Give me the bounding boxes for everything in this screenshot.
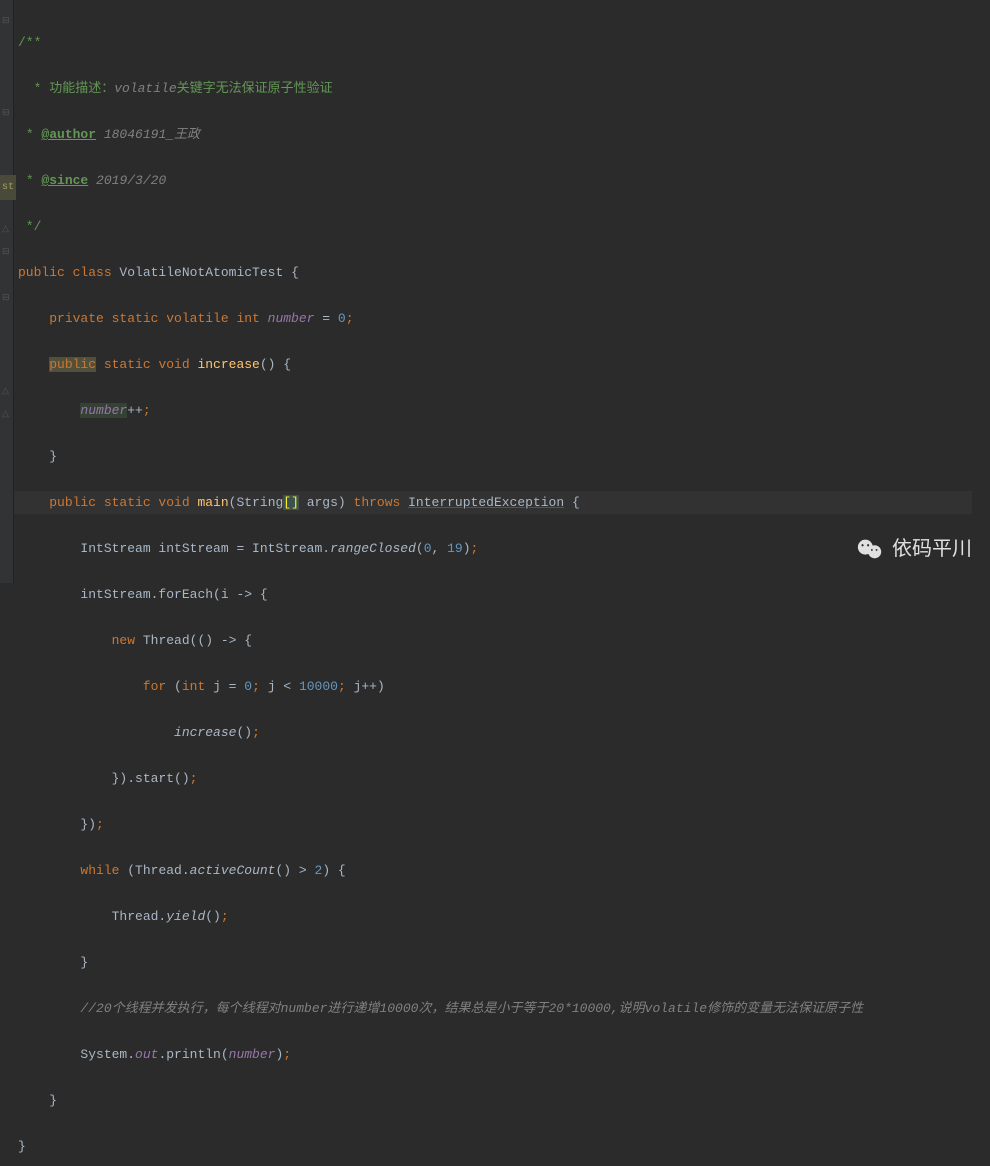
- code-text: intStream.forEach(i ->: [80, 587, 259, 602]
- code-text: (Thread.: [127, 863, 189, 878]
- params: () {: [260, 357, 291, 372]
- field-ref: number: [80, 403, 127, 418]
- watermark-text: 依码平川: [892, 538, 972, 561]
- brace: }: [18, 1139, 26, 1154]
- keyword: throws: [354, 495, 409, 510]
- javadoc-since-tag: @since: [41, 173, 88, 188]
- keyword: public static void: [49, 495, 197, 510]
- paren: (: [416, 541, 424, 556]
- semicolon: ;: [252, 679, 268, 694]
- number-literal: 10000: [299, 679, 338, 694]
- line-comment: //20个线程并发执行，每个线程对number进行递增10000次，结果总是小于…: [80, 1001, 863, 1016]
- keyword: static void: [96, 357, 197, 372]
- number-literal: 0: [424, 541, 432, 556]
- code-text: Thread.: [112, 909, 167, 924]
- paren: ): [463, 541, 471, 556]
- javadoc-line: * 功能描述：volatile关键字无法保证原子性验证: [26, 81, 333, 96]
- class-name: VolatileNotAtomicTest: [119, 265, 291, 280]
- fold-icon[interactable]: △: [2, 218, 12, 228]
- keyword: new: [112, 633, 143, 648]
- field-ref: out: [135, 1047, 158, 1062]
- semicolon: ;: [190, 771, 198, 786]
- watermark: 依码平川: [856, 537, 972, 561]
- code-text: ) {: [322, 863, 345, 878]
- field-name: number: [268, 311, 315, 326]
- brace: }: [49, 1093, 57, 1108]
- field-ref: number: [229, 1047, 276, 1062]
- keyword-highlighted: public: [49, 357, 96, 372]
- keyword: while: [80, 863, 127, 878]
- wechat-icon: [856, 537, 884, 561]
- number-literal: 19: [447, 541, 463, 556]
- brace: {: [564, 495, 580, 510]
- code-text: j <: [268, 679, 299, 694]
- code-editor[interactable]: /** * 功能描述：volatile关键字无法保证原子性验证 * @autho…: [18, 0, 990, 1166]
- param: args): [299, 495, 354, 510]
- method-name: increase: [197, 357, 259, 372]
- semicolon: ;: [471, 541, 479, 556]
- code-text: IntStream intStream = IntStream.: [80, 541, 330, 556]
- editor-gutter: ⊟ ⊟ ⊟ △ ⊟ ⊟ △ △: [0, 0, 14, 583]
- badge-static: st: [0, 175, 16, 200]
- keyword: public class: [18, 265, 119, 280]
- code-text: j++): [354, 679, 385, 694]
- paren: (): [236, 725, 252, 740]
- semicolon: ;: [338, 679, 354, 694]
- brace: }: [49, 449, 57, 464]
- fold-icon[interactable]: ⊟: [2, 10, 12, 20]
- type: String: [236, 495, 283, 510]
- keyword: for: [143, 679, 174, 694]
- javadoc-since: 2019/3/20: [88, 173, 166, 188]
- number-literal: 0: [338, 311, 346, 326]
- code-text: }): [80, 817, 96, 832]
- javadoc-author: 18046191_王政: [96, 127, 200, 142]
- javadoc-author-tag: @author: [41, 127, 96, 142]
- fold-icon[interactable]: △: [2, 380, 12, 390]
- number-literal: 2: [315, 863, 323, 878]
- code-text: }).start(): [112, 771, 190, 786]
- method-call: increase: [174, 725, 236, 740]
- fold-icon[interactable]: △: [2, 403, 12, 413]
- code-text: System.: [80, 1047, 135, 1062]
- fold-icon[interactable]: ⊟: [2, 241, 12, 251]
- static-method: yield: [166, 909, 205, 924]
- static-method: activeCount: [190, 863, 276, 878]
- brace: {: [291, 265, 299, 280]
- keyword: int: [182, 679, 213, 694]
- semicolon: ;: [283, 1047, 291, 1062]
- paren: (): [205, 909, 221, 924]
- operator: ++: [127, 403, 143, 418]
- fold-icon[interactable]: ⊟: [2, 102, 12, 112]
- comma: ,: [432, 541, 448, 556]
- current-line: public static void main(String[] args) t…: [0, 491, 972, 514]
- semicolon: ;: [96, 817, 104, 832]
- exception-type: InterruptedException: [408, 495, 564, 510]
- code-text: j =: [213, 679, 244, 694]
- brace: {: [260, 587, 268, 602]
- semicolon: ;: [252, 725, 260, 740]
- operator: =: [314, 311, 337, 326]
- code-text: () >: [275, 863, 314, 878]
- number-literal: 0: [244, 679, 252, 694]
- brace: }: [80, 955, 88, 970]
- semicolon: ;: [221, 909, 229, 924]
- paren: (: [174, 679, 182, 694]
- javadoc-open: /**: [18, 35, 41, 50]
- static-method: rangeClosed: [330, 541, 416, 556]
- bracket-highlight: []: [283, 495, 299, 510]
- code-text: .println(: [158, 1047, 228, 1062]
- semicolon: ;: [143, 403, 151, 418]
- keyword: private static volatile int: [49, 311, 267, 326]
- paren: ): [275, 1047, 283, 1062]
- code-text: Thread(() -> {: [143, 633, 252, 648]
- javadoc-close: */: [18, 219, 41, 234]
- method-main: main: [197, 495, 228, 510]
- fold-icon[interactable]: ⊟: [2, 287, 12, 297]
- semicolon: ;: [346, 311, 354, 326]
